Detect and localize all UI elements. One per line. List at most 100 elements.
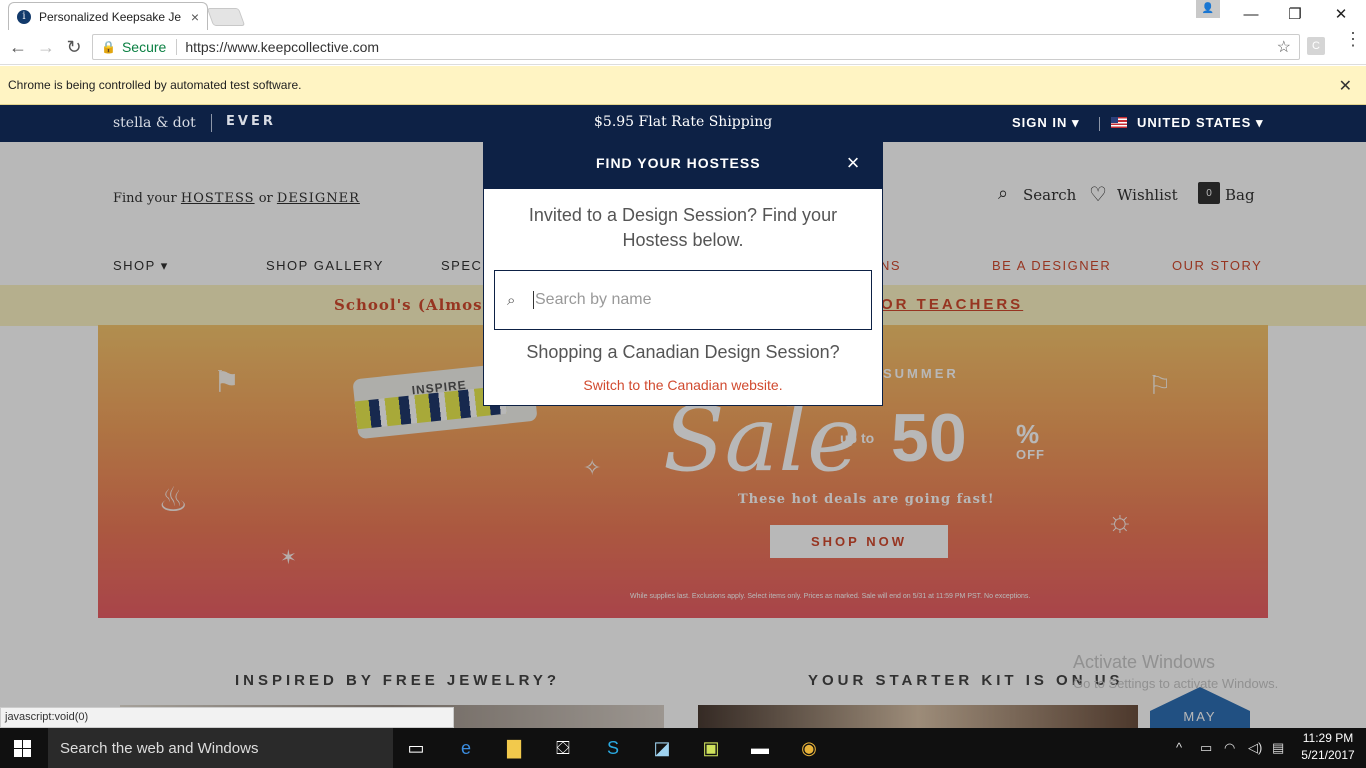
brand-stella-dot-link[interactable]: stella & dot xyxy=(113,115,196,131)
battery-icon[interactable]: ▭ xyxy=(1200,740,1212,756)
promo-left-text: School's (Almost) xyxy=(334,296,499,314)
volume-icon[interactable]: ◁) xyxy=(1248,740,1262,756)
find-hostess-link[interactable]: HOSTESS xyxy=(181,191,255,206)
search-icon: ⌕ xyxy=(507,291,516,309)
taskbar-clock[interactable]: 11:29 PM 5/21/2017 xyxy=(1296,730,1360,764)
topbar-divider xyxy=(1099,117,1100,131)
reload-icon[interactable]: ↻ xyxy=(63,36,85,58)
nav-shop[interactable]: SHOP ▾ xyxy=(113,258,169,274)
status-bubble: javascript:void(0) xyxy=(0,707,454,728)
nav-promotions[interactable]: NS xyxy=(880,258,901,273)
tab-close-icon[interactable]: × xyxy=(191,9,199,25)
modal-header: FIND YOUR HOSTESS × xyxy=(484,136,882,189)
activate-windows-subtitle: Go to Settings to activate Windows. xyxy=(1073,676,1279,691)
search-icon[interactable]: ⌕ xyxy=(998,183,1008,204)
shipping-banner: $5.95 Flat Rate Shipping xyxy=(594,114,773,130)
task-view-icon[interactable]: ▭ xyxy=(404,736,428,760)
new-tab-button[interactable] xyxy=(206,8,246,26)
webstorm-icon[interactable]: ▣ xyxy=(699,736,723,760)
clock-date: 5/21/2017 xyxy=(1301,748,1355,762)
forward-icon[interactable]: → xyxy=(35,36,57,58)
modal-invite-text: Invited to a Design Session? Find your H… xyxy=(528,205,838,250)
windows-start-icon[interactable] xyxy=(14,740,31,757)
star-icon: ✶ xyxy=(280,547,297,569)
address-bar[interactable]: 🔒 Secure https://www.keepcollective.com … xyxy=(92,34,1300,60)
automation-infobar: Chrome is being controlled by automated … xyxy=(0,66,1366,105)
back-icon[interactable]: ← xyxy=(7,36,29,58)
cortana-placeholder: Search the web and Windows xyxy=(60,739,259,757)
grill-icon: ♨ xyxy=(158,481,189,519)
bag-icon[interactable]: 0 xyxy=(1198,182,1220,204)
browser-tab[interactable]: i Personalized Keepsake Je × xyxy=(8,2,208,30)
brand-ever-link[interactable]: EVER xyxy=(226,114,276,129)
find-prefix: Find your xyxy=(113,191,177,206)
starter-kit-image[interactable] xyxy=(698,705,1138,728)
hero-off: OFF xyxy=(1016,447,1045,462)
browser-tab-strip: i Personalized Keepsake Je × 👤 — ❐ ✕ xyxy=(0,0,1366,30)
shop-now-button[interactable]: SHOP NOW xyxy=(770,525,948,558)
find-hostess-modal: FIND YOUR HOSTESS × Invited to a Design … xyxy=(483,135,883,406)
infobar-text: Chrome is being controlled by automated … xyxy=(8,78,302,92)
extension-icon[interactable]: C xyxy=(1307,37,1325,55)
notifications-icon[interactable]: ▤ xyxy=(1272,740,1284,756)
hero-tagline: These hot deals are going fast! xyxy=(738,492,995,507)
hero-up-to: up to xyxy=(840,430,875,446)
modal-close-icon[interactable]: × xyxy=(842,152,864,174)
windows-taskbar: Search the web and Windows ▭ e ▇ ⛋ S ◪ ▣… xyxy=(0,728,1366,768)
country-selector[interactable]: UNITED STATES ▾ xyxy=(1137,115,1264,131)
flag-k-icon: ⚐ xyxy=(1148,370,1172,400)
wifi-icon[interactable]: ◠ xyxy=(1224,740,1235,756)
window-close-icon[interactable]: ✕ xyxy=(1318,0,1364,28)
tray-chevron-icon[interactable]: ^ xyxy=(1176,740,1182,755)
sun-icon: ☼ xyxy=(1106,505,1134,538)
bag-link[interactable]: Bag xyxy=(1225,186,1255,204)
restore-icon[interactable]: ❐ xyxy=(1272,0,1318,28)
switch-canadian-link[interactable]: Switch to the Canadian website. xyxy=(494,377,872,393)
file-explorer-icon[interactable]: ▇ xyxy=(502,736,526,760)
nav-our-story[interactable]: OUR STORY xyxy=(1172,258,1262,273)
secure-label: Secure xyxy=(121,39,167,55)
nav-be-a-designer[interactable]: BE A DESIGNER xyxy=(992,258,1111,273)
cortana-search-box[interactable]: Search the web and Windows xyxy=(48,728,393,768)
activate-windows-title: Activate Windows xyxy=(1073,652,1216,672)
hero-percent: 50 xyxy=(891,400,967,476)
header-search-link[interactable]: Search xyxy=(1023,186,1076,204)
section-free-jewelry-title: INSPIRED BY FREE JEWELRY? xyxy=(235,672,561,689)
hero-sale-title: Sale xyxy=(663,387,861,492)
store-icon[interactable]: ⛋ xyxy=(551,736,575,760)
sign-in-dropdown[interactable]: SIGN IN ▾ xyxy=(1012,115,1080,131)
find-or: or xyxy=(258,191,273,206)
promo-right-link[interactable]: OR TEACHERS xyxy=(881,296,1023,313)
infobar-close-icon[interactable]: ✕ xyxy=(1339,76,1352,96)
sparkle-icon: ✧ xyxy=(583,455,602,480)
find-hostess-designer-line: Find your HOSTESS or DESIGNER xyxy=(113,191,360,206)
chrome-menu-icon[interactable]: ⋮ xyxy=(1344,30,1362,48)
hostess-search-input[interactable] xyxy=(533,291,853,309)
heart-icon[interactable]: ♡ xyxy=(1089,182,1107,206)
nav-specials[interactable]: SPECI xyxy=(441,258,488,273)
brand-divider xyxy=(211,114,212,132)
flag-pennant-icon: ⚑ xyxy=(213,366,240,399)
clock-time: 11:29 PM xyxy=(1302,731,1354,745)
nav-shop-gallery[interactable]: SHOP GALLERY xyxy=(266,258,384,273)
tab-title: Personalized Keepsake Je xyxy=(39,9,182,24)
hero-summer-label: SUMMER xyxy=(883,366,959,381)
find-designer-link[interactable]: DESIGNER xyxy=(277,191,360,206)
wishlist-link[interactable]: Wishlist xyxy=(1117,186,1178,204)
canadian-session-text: Shopping a Canadian Design Session? xyxy=(526,342,840,362)
edge-icon[interactable]: e xyxy=(454,736,478,760)
minimize-icon[interactable]: — xyxy=(1228,0,1274,28)
terminal-icon[interactable]: ▬ xyxy=(748,736,772,760)
chrome-icon[interactable]: ◉ xyxy=(797,736,821,760)
profile-icon[interactable]: 👤 xyxy=(1196,0,1220,18)
site-favicon-icon: i xyxy=(17,9,31,24)
hero-fine-print: While supplies last. Exclusions apply. S… xyxy=(630,593,1031,600)
hostess-search-box[interactable]: ⌕ xyxy=(494,270,872,330)
may-badge: MAY xyxy=(1150,687,1250,728)
notes-icon[interactable]: ◪ xyxy=(650,736,674,760)
skype-icon[interactable]: S xyxy=(601,736,625,760)
url-text[interactable]: https://www.keepcollective.com xyxy=(185,39,379,55)
bookmark-star-icon[interactable]: ☆ xyxy=(1277,37,1291,57)
us-flag-icon xyxy=(1111,117,1127,128)
modal-title: FIND YOUR HOSTESS xyxy=(596,155,761,171)
